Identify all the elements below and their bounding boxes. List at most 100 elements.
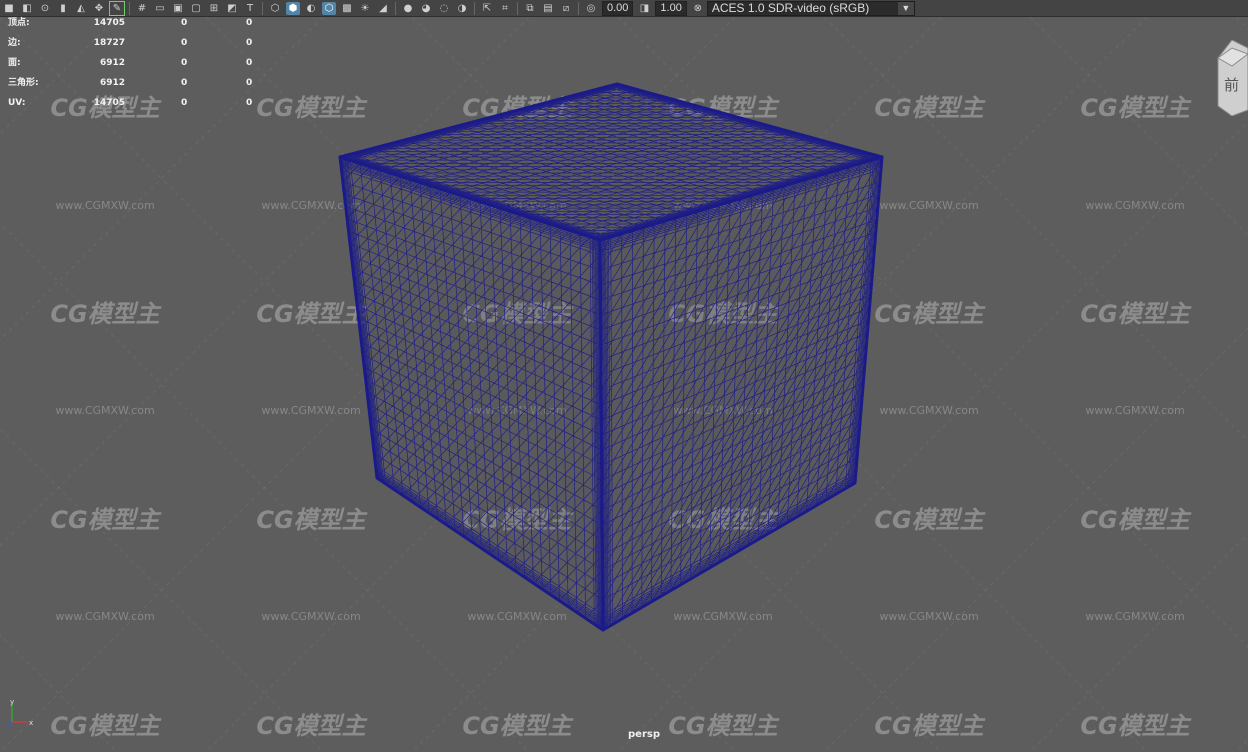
film-gate-icon[interactable]: ▭ <box>153 2 167 15</box>
hud-value: 18727 <box>93 38 125 48</box>
safe-title-icon[interactable]: T <box>243 2 257 15</box>
motion-blur-icon[interactable]: ◕ <box>419 2 433 15</box>
watermark-guide <box>1235 739 1248 752</box>
chevron-down-icon[interactable]: ▼ <box>897 1 914 15</box>
watermark-logo: CG模型主 <box>1080 300 1191 328</box>
camera-attr-icon[interactable]: ◧ <box>20 2 34 15</box>
watermark-guide <box>823 327 1248 752</box>
hud-label: 面: <box>8 58 21 68</box>
watermark-guide <box>1235 17 1248 30</box>
gamma-field[interactable]: 1.00 <box>655 0 687 16</box>
toolbar-divider <box>517 1 518 15</box>
shadows-icon[interactable]: ◢ <box>376 2 390 15</box>
wireframe-on-shaded-icon[interactable]: ⬡ <box>322 1 336 15</box>
color-space-label: ACES 1.0 SDR-video (sRGB) <box>711 0 870 15</box>
wireframe-icon[interactable]: ⬡ <box>268 2 282 15</box>
x-axis-label: x <box>29 719 33 727</box>
hud-value: 14705 <box>93 98 125 108</box>
exposure-field[interactable]: 0.00 <box>602 0 634 16</box>
gate-mask-icon[interactable]: ▢ <box>189 2 203 15</box>
field-chart-icon[interactable]: ⊞ <box>207 2 221 15</box>
gamma-icon[interactable]: ◨ <box>637 2 651 15</box>
isolate-icon[interactable]: ⇱ <box>480 2 494 15</box>
hud-row-edges: 边: 18727 0 0 <box>8 37 268 57</box>
hud-value: 0 <box>181 38 188 48</box>
xray-icon[interactable]: ⌗ <box>498 2 512 15</box>
image-plane-icon[interactable]: ◭ <box>74 2 88 15</box>
watermark-logo: CG模型主 <box>874 94 985 122</box>
watermark-logo: CG模型主 <box>50 300 161 328</box>
watermark-logo: CG模型主 <box>50 506 161 534</box>
two-d-pan-icon[interactable]: ✥ <box>92 2 106 15</box>
hud-value: 0 <box>181 18 188 28</box>
watermark-guide <box>823 17 1248 442</box>
xray-joints-icon[interactable]: ⧉ <box>523 2 537 15</box>
camera-icon[interactable]: ■ <box>2 2 16 15</box>
viewport[interactable]: CG模型主 CG模型主 CG模型主 CG模型主 www.CGMXW.com www.CGM… <box>0 17 1248 752</box>
watermark-logo: CG模型主 <box>50 712 161 740</box>
watermark-logo: CG模型主 <box>874 506 985 534</box>
hud-row-vertices: 顶点: 14705 0 0 <box>8 17 268 37</box>
hud-value: 0 <box>181 78 188 88</box>
watermark-logo: CG模型主 <box>256 712 367 740</box>
safe-action-icon[interactable]: ◩ <box>225 2 239 15</box>
resolution-gate-icon[interactable]: ▣ <box>171 2 185 15</box>
exposure-icon[interactable]: ◎ <box>584 2 598 15</box>
anti-alias-icon[interactable]: ◌ <box>437 2 451 15</box>
watermark-logo: CG模型主 <box>1080 506 1191 534</box>
watermark-logo: CG模型主 <box>1080 712 1191 740</box>
grease-pencil-icon[interactable]: ✎ <box>109 0 125 16</box>
viewcube[interactable]: 前 <box>1214 40 1248 116</box>
toolbar-divider <box>262 1 263 15</box>
watermark-guide <box>0 634 118 752</box>
z-axis-icon <box>6 721 13 728</box>
hud-row-triangles: 三角形: 6912 0 0 <box>8 77 268 97</box>
bookmark-icon[interactable]: ▮ <box>56 2 70 15</box>
hud-value: 6912 <box>99 58 125 68</box>
toolbar-divider <box>474 1 475 15</box>
hud-row-uvs: UV: 14705 0 0 <box>8 97 268 117</box>
watermark-url: www.CGMXW.com <box>1085 404 1184 417</box>
hud-value: 6912 <box>99 78 125 88</box>
hud-value: 0 <box>246 78 253 88</box>
default-material-icon[interactable]: ◐ <box>304 2 318 15</box>
color-space-dropdown[interactable]: ACES 1.0 SDR-video (sRGB) ▼ <box>706 0 915 16</box>
watermark-logo: CG模型主 <box>668 712 779 740</box>
toolbar-divider <box>395 1 396 15</box>
hud-value: 0 <box>246 18 253 28</box>
watermark-guide <box>0 428 324 752</box>
watermark-logo: CG模型主 <box>256 94 367 122</box>
textured-icon[interactable]: ▩ <box>340 2 354 15</box>
watermark-logo: CG模型主 <box>256 300 367 328</box>
toolbar-divider <box>578 1 579 15</box>
backface-icon[interactable]: ▤ <box>541 2 555 15</box>
hud-value: 0 <box>246 98 253 108</box>
wireframe-cube[interactable] <box>338 82 884 632</box>
y-axis-label: y <box>10 700 14 706</box>
xray-active-icon[interactable]: ⧄ <box>559 2 573 15</box>
hud-label: UV: <box>8 98 26 108</box>
grid-icon[interactable]: # <box>135 2 149 15</box>
color-management-icon[interactable]: ⊗ <box>691 2 705 15</box>
poly-count-hud: 顶点: 14705 0 0 边: 18727 0 0 面: 6912 0 0 三… <box>8 17 268 117</box>
hud-label: 边: <box>8 38 21 48</box>
watermark-url: www.CGMXW.com <box>879 199 978 212</box>
toolbar-divider <box>129 1 130 15</box>
lights-icon[interactable]: ☀ <box>358 2 372 15</box>
watermark-url: www.CGMXW.com <box>261 404 360 417</box>
watermark-logo: CG模型主 <box>874 300 985 328</box>
watermark-logo: CG模型主 <box>256 506 367 534</box>
hud-value: 0 <box>181 98 188 108</box>
watermark-logo: CG模型主 <box>462 712 573 740</box>
depth-of-field-icon[interactable]: ◑ <box>455 2 469 15</box>
hud-value: 0 <box>181 58 188 68</box>
watermark-guide <box>1029 17 1248 236</box>
hud-value: 14705 <box>93 18 125 28</box>
viewport-toolbar: ■ ◧ ⊙ ▮ ◭ ✥ ✎ # ▭ ▣ ▢ ⊞ ◩ T ⬡ ⬢ ◐ ⬡ ▩ ☀ … <box>0 0 1248 17</box>
watermark-logo: CG模型主 <box>874 712 985 740</box>
camera-tools-icon[interactable]: ⊙ <box>38 2 52 15</box>
watermark-url: www.CGMXW.com <box>1085 199 1184 212</box>
watermark-guide <box>1029 533 1248 752</box>
screen-space-ao-icon[interactable]: ● <box>401 2 415 15</box>
smooth-shade-icon[interactable]: ⬢ <box>286 1 300 15</box>
